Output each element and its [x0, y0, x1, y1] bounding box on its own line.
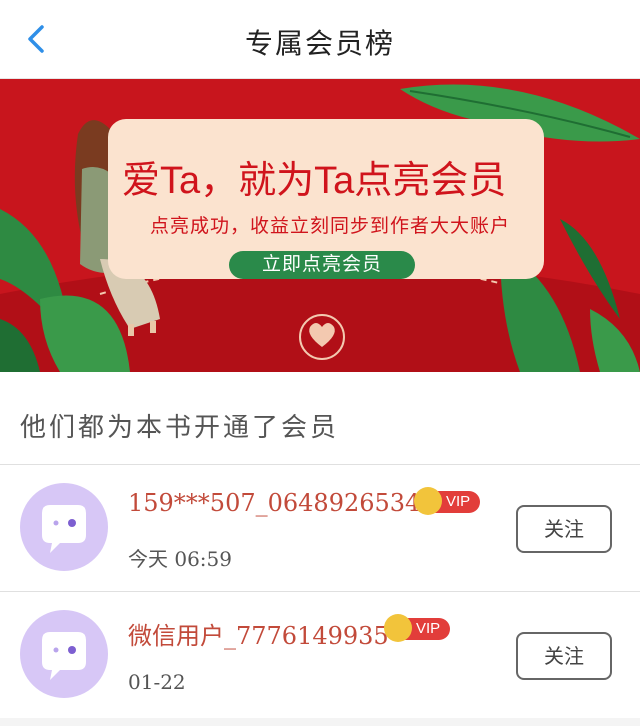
chat-bubble-icon — [42, 632, 86, 680]
crown-icon — [414, 487, 442, 515]
banner-subtitle: 点亮成功，收益立刻同步到作者大大账户 — [150, 216, 511, 237]
vip-badge-label: VIP — [416, 620, 441, 637]
avatar[interactable] — [20, 483, 108, 571]
member-time: 今天 06:59 — [128, 547, 232, 571]
vip-badge: VIP — [384, 614, 451, 642]
light-up-member-button[interactable]: 立即点亮会员 — [229, 251, 415, 279]
member-time: 01-22 — [128, 670, 186, 694]
avatar[interactable] — [20, 610, 108, 698]
member-name: 微信用户_7776149935 — [128, 622, 389, 650]
header-bar: 专属会员榜 — [0, 0, 640, 79]
vip-badge-label: VIP — [446, 493, 471, 510]
follow-button[interactable]: 关注 — [516, 632, 612, 680]
chat-bubble-icon — [42, 505, 86, 553]
section-title: 他们都为本书开通了会员 — [0, 372, 640, 464]
member-name: 159***507_0648926534 — [128, 489, 421, 517]
page-title: 专属会员榜 — [244, 27, 395, 60]
follow-button[interactable]: 关注 — [516, 505, 612, 553]
list-item: 159***507_0648926534 VIP 今天 06:59 关注 — [0, 464, 640, 591]
promo-banner[interactable]: 爱Ta，就为Ta点亮会员 点亮成功，收益立刻同步到作者大大账户 立即点亮会员 — [0, 79, 640, 372]
crown-icon — [384, 614, 412, 642]
list-item: 微信用户_7776149935 VIP 01-22 关注 — [0, 591, 640, 718]
vip-badge: VIP — [414, 487, 481, 515]
banner-headline: 爱Ta，就为Ta点亮会员 — [122, 160, 507, 202]
